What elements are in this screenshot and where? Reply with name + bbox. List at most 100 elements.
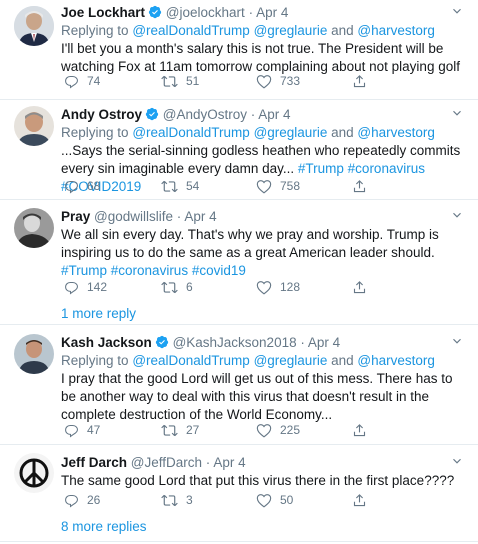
hashtag-link[interactable]: #covid19 (192, 263, 246, 278)
reply-count: 74 (87, 74, 101, 88)
tweet-date[interactable]: Apr 4 (256, 5, 288, 20)
reply-button[interactable]: 68 (64, 177, 100, 195)
display-name[interactable]: Kash Jackson (61, 335, 152, 350)
share-button[interactable] (352, 491, 375, 509)
avatar[interactable] (14, 6, 54, 46)
mention-link[interactable]: @harvestorg (357, 353, 435, 368)
mention-link[interactable]: @realDonaldTrump (132, 353, 250, 368)
retweet-button[interactable]: 3 (161, 491, 193, 509)
share-button[interactable] (352, 177, 375, 195)
retweet-button[interactable]: 54 (161, 177, 199, 195)
share-icon (353, 74, 366, 87)
reply-icon (65, 180, 78, 193)
user-handle[interactable]: @KashJackson2018 (173, 335, 297, 350)
mention-link[interactable]: @greglaurie (254, 125, 328, 140)
share-icon (353, 179, 366, 192)
reply-button[interactable]: 26 (64, 491, 100, 509)
verified-badge-icon (145, 107, 159, 121)
like-button[interactable]: 50 (256, 491, 293, 509)
retweet-count: 6 (186, 280, 193, 294)
tweet-date[interactable]: Apr 4 (213, 455, 245, 470)
heart-icon (256, 74, 272, 89)
reply-count: 47 (87, 423, 101, 437)
separator-dot: · (176, 209, 182, 224)
reply-tweet[interactable]: Pray @godwillslife · Apr 4 We all sin ev… (0, 200, 478, 324)
reply-count: 68 (87, 179, 101, 193)
reply-tweet[interactable]: Jeff Darch @JeffDarch · Apr 4 The same g… (0, 445, 478, 544)
reply-button[interactable]: 74 (64, 72, 100, 90)
separator-dot: · (248, 5, 254, 20)
mention-link[interactable]: @greglaurie (254, 353, 328, 368)
like-button[interactable]: 758 (256, 177, 300, 195)
retweet-button[interactable]: 51 (161, 72, 199, 90)
show-more-replies-link[interactable]: 1 more reply (61, 305, 136, 323)
share-button[interactable] (352, 278, 375, 296)
retweet-button[interactable]: 6 (161, 278, 193, 296)
share-button[interactable] (352, 72, 375, 90)
separator-dot: · (250, 107, 256, 122)
reply-tweet[interactable]: Joe Lockhart @joelockhart · Apr 4 Replyi… (0, 0, 478, 100)
tweet-date[interactable]: Apr 4 (308, 335, 340, 350)
reply-icon (65, 494, 78, 507)
like-count: 225 (280, 423, 301, 437)
tweet-text: I pray that the good Lord will get us ou… (61, 371, 453, 422)
user-handle[interactable]: @AndyOstroy (163, 107, 247, 122)
chevron-down-icon[interactable] (450, 454, 464, 468)
share-icon (353, 423, 366, 436)
user-handle[interactable]: @joelockhart (166, 5, 245, 20)
retweet-count: 3 (186, 493, 193, 507)
chevron-down-icon[interactable] (450, 4, 464, 18)
avatar[interactable] (14, 208, 54, 248)
mention-link[interactable]: @harvestorg (357, 125, 435, 140)
heart-icon (256, 493, 272, 508)
display-name[interactable]: Joe Lockhart (61, 5, 145, 20)
reply-tweet[interactable]: Andy Ostroy @AndyOstroy · Apr 4 Replying… (0, 100, 478, 199)
mention-link[interactable]: @greglaurie (254, 23, 328, 38)
replying-to: Replying to @realDonaldTrump @greglaurie… (61, 23, 435, 38)
reply-button[interactable]: 47 (64, 421, 100, 439)
heart-icon (256, 179, 272, 194)
avatar[interactable] (14, 453, 54, 493)
tweet-date[interactable]: Apr 4 (258, 107, 290, 122)
like-button[interactable]: 128 (256, 278, 300, 296)
mention-link[interactable]: @realDonaldTrump (132, 125, 250, 140)
reply-tweet[interactable]: Kash Jackson @KashJackson2018 · Apr 4 Re… (0, 325, 478, 445)
like-count: 128 (280, 280, 301, 294)
display-name[interactable]: Andy Ostroy (61, 107, 142, 122)
tweet-actions: 74 51 733 (64, 72, 366, 90)
like-button[interactable]: 225 (256, 421, 300, 439)
chevron-down-icon[interactable] (450, 208, 464, 222)
reply-icon (65, 281, 78, 294)
chevron-down-icon[interactable] (450, 334, 464, 348)
reply-button[interactable]: 142 (64, 278, 107, 296)
avatar[interactable] (14, 334, 54, 374)
like-button[interactable]: 733 (256, 72, 300, 90)
heart-icon (256, 280, 272, 295)
show-more-replies-link[interactable]: 8 more replies (61, 518, 147, 536)
avatar[interactable] (14, 106, 54, 146)
tweet-text: I'll bet you a month's salary this is no… (61, 41, 460, 74)
reply-icon (65, 75, 78, 88)
display-name[interactable]: Pray (61, 209, 90, 224)
hashtag-link[interactable]: #Trump (61, 263, 107, 278)
user-handle[interactable]: @godwillslife (94, 209, 173, 224)
hashtag-link[interactable]: #coronavirus (111, 263, 188, 278)
retweet-icon (161, 75, 178, 87)
retweet-button[interactable]: 27 (161, 421, 199, 439)
mention-link[interactable]: @harvestorg (357, 23, 435, 38)
display-name[interactable]: Jeff Darch (61, 455, 127, 470)
mention-link[interactable]: @realDonaldTrump (132, 23, 250, 38)
share-icon (353, 280, 366, 293)
tweet-date[interactable]: Apr 4 (184, 209, 216, 224)
separator-dot: · (300, 335, 305, 350)
hashtag-link[interactable]: #coronavirus (348, 161, 425, 176)
reply-count: 26 (87, 493, 101, 507)
user-handle[interactable]: @JeffDarch (131, 455, 202, 470)
replying-to: Replying to @realDonaldTrump @greglaurie… (61, 353, 435, 368)
retweet-icon (161, 424, 178, 436)
share-button[interactable] (352, 421, 375, 439)
chevron-down-icon[interactable] (450, 106, 464, 120)
tweet-text: We all sin every day. That's why we pray… (61, 227, 439, 278)
divider (0, 541, 478, 542)
hashtag-link[interactable]: #Trump (298, 161, 344, 176)
